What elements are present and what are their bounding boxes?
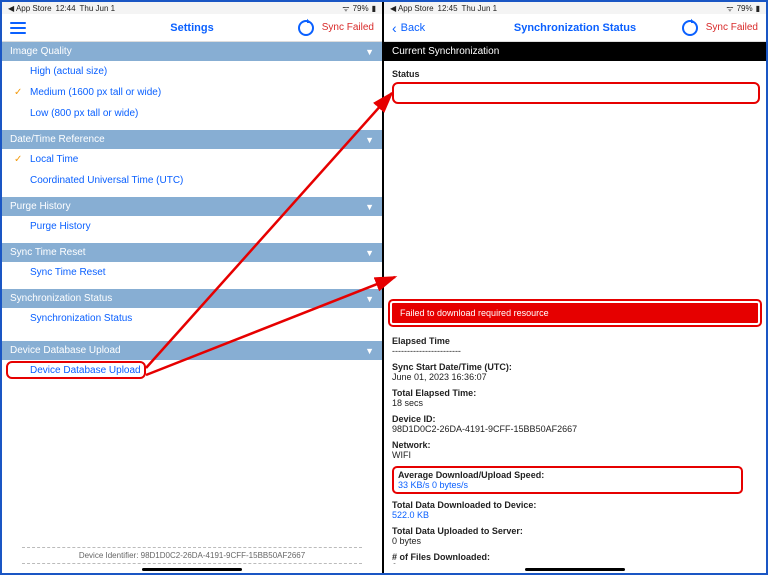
back-to-app[interactable]: ◀ App Store <box>390 4 434 13</box>
total-upload-label: Total Data Uploaded to Server: <box>392 526 758 536</box>
battery-pct: 79% <box>737 4 753 13</box>
section-device-db-upload[interactable]: Device Database Upload▼ <box>2 341 382 360</box>
chevron-down-icon: ▼ <box>365 47 374 57</box>
sync-start-label: Sync Start Date/Time (UTC): <box>392 362 758 372</box>
back-button[interactable]: ‹ Back <box>392 21 425 35</box>
section-image-quality[interactable]: Image Quality▼ <box>2 42 382 61</box>
total-download-value: 522.0 KB <box>392 510 758 520</box>
battery-pct: 79% <box>353 4 369 13</box>
device-id-label: Device ID: <box>392 414 758 424</box>
section-sync-status[interactable]: Synchronization Status▼ <box>2 289 382 308</box>
menu-icon[interactable] <box>10 22 26 34</box>
battery-icon: ▮ <box>372 4 376 13</box>
elapsed-time-label: Elapsed Time <box>392 332 758 346</box>
chevron-down-icon: ▼ <box>365 294 374 304</box>
check-icon: ✓ <box>14 87 24 98</box>
current-sync-header: Current Synchronization <box>384 42 766 61</box>
chevron-down-icon: ▼ <box>365 135 374 145</box>
item-device-db-upload[interactable]: Device Database Upload <box>2 360 382 381</box>
ios-status-bar: ◀ App Store 12:44 Thu Jun 1 ᯤ 79% ▮ <box>2 2 382 14</box>
chevron-down-icon: ▼ <box>365 346 374 356</box>
home-indicator <box>142 568 242 571</box>
sync-start-value: June 01, 2023 16:36:07 <box>392 372 758 382</box>
page-title: Synchronization Status <box>514 22 636 34</box>
back-to-app[interactable]: ◀ App Store <box>8 4 52 13</box>
status-date: Thu Jun 1 <box>462 4 498 13</box>
item-purge-history[interactable]: Purge History <box>2 216 382 237</box>
device-identifier: Device Identifier: 98D1D0C2-26DA-4191-9C… <box>22 547 362 564</box>
device-id-value: 98D1D0C2-26DA-4191-9CFF-15BB50AF2667 <box>392 424 758 434</box>
status-label: Status <box>392 65 758 79</box>
total-download-label: Total Data Downloaded to Device: <box>392 500 758 510</box>
item-sync-status[interactable]: Synchronization Status <box>2 308 382 329</box>
option-low[interactable]: Low (800 px tall or wide) <box>2 103 382 124</box>
refresh-icon[interactable] <box>298 20 314 36</box>
chevron-down-icon: ▼ <box>365 202 374 212</box>
ios-status-bar: ◀ App Store 12:45 Thu Jun 1 ᯤ 79% ▮ <box>384 2 766 14</box>
status-time: 12:44 <box>56 4 76 13</box>
nav-bar: ‹ Back Synchronization Status Sync Faile… <box>384 14 766 42</box>
sync-status-label[interactable]: Sync Failed <box>706 22 758 33</box>
network-label: Network: <box>392 440 758 450</box>
elapsed-dashes: ----------------------- <box>392 346 758 356</box>
option-utc[interactable]: Coordinated Universal Time (UTC) <box>2 170 382 191</box>
section-purge-history[interactable]: Purge History▼ <box>2 197 382 216</box>
status-failed-banner: Failed to download required resource <box>390 301 760 325</box>
status-time: 12:45 <box>438 4 458 13</box>
chevron-left-icon: ‹ <box>392 21 397 35</box>
option-high[interactable]: High (actual size) <box>2 61 382 82</box>
avg-speed-value: 33 KB/s 0 bytes/s <box>398 480 737 490</box>
total-upload-value: 0 bytes <box>392 536 758 546</box>
chevron-down-icon: ▼ <box>365 248 374 258</box>
nav-bar: Settings Sync Failed <box>2 14 382 42</box>
page-title: Settings <box>170 22 213 34</box>
sync-status-pane: ◀ App Store 12:45 Thu Jun 1 ᯤ 79% ▮ ‹ Ba… <box>384 2 766 573</box>
total-elapsed-value: 18 secs <box>392 398 758 408</box>
wifi-icon: ᯤ <box>726 3 733 14</box>
home-indicator <box>525 568 625 571</box>
total-elapsed-label: Total Elapsed Time: <box>392 388 758 398</box>
status-date: Thu Jun 1 <box>80 4 116 13</box>
battery-icon: ▮ <box>756 4 760 13</box>
item-sync-time-reset[interactable]: Sync Time Reset <box>2 262 382 283</box>
avg-speed-label: Average Download/Upload Speed: <box>398 470 737 480</box>
option-local-time[interactable]: ✓Local Time <box>2 149 382 170</box>
section-datetime-ref[interactable]: Date/Time Reference▼ <box>2 130 382 149</box>
sync-status-label[interactable]: Sync Failed <box>322 22 374 33</box>
check-icon: ✓ <box>14 154 24 165</box>
network-value: WIFI <box>392 450 758 460</box>
option-medium[interactable]: ✓Medium (1600 px tall or wide) <box>2 82 382 103</box>
files-downloaded-label: # of Files Downloaded: <box>392 552 758 562</box>
wifi-icon: ᯤ <box>342 3 349 14</box>
section-sync-time-reset[interactable]: Sync Time Reset▼ <box>2 243 382 262</box>
refresh-icon[interactable] <box>682 20 698 36</box>
settings-pane: ◀ App Store 12:44 Thu Jun 1 ᯤ 79% ▮ Sett… <box>2 2 384 573</box>
